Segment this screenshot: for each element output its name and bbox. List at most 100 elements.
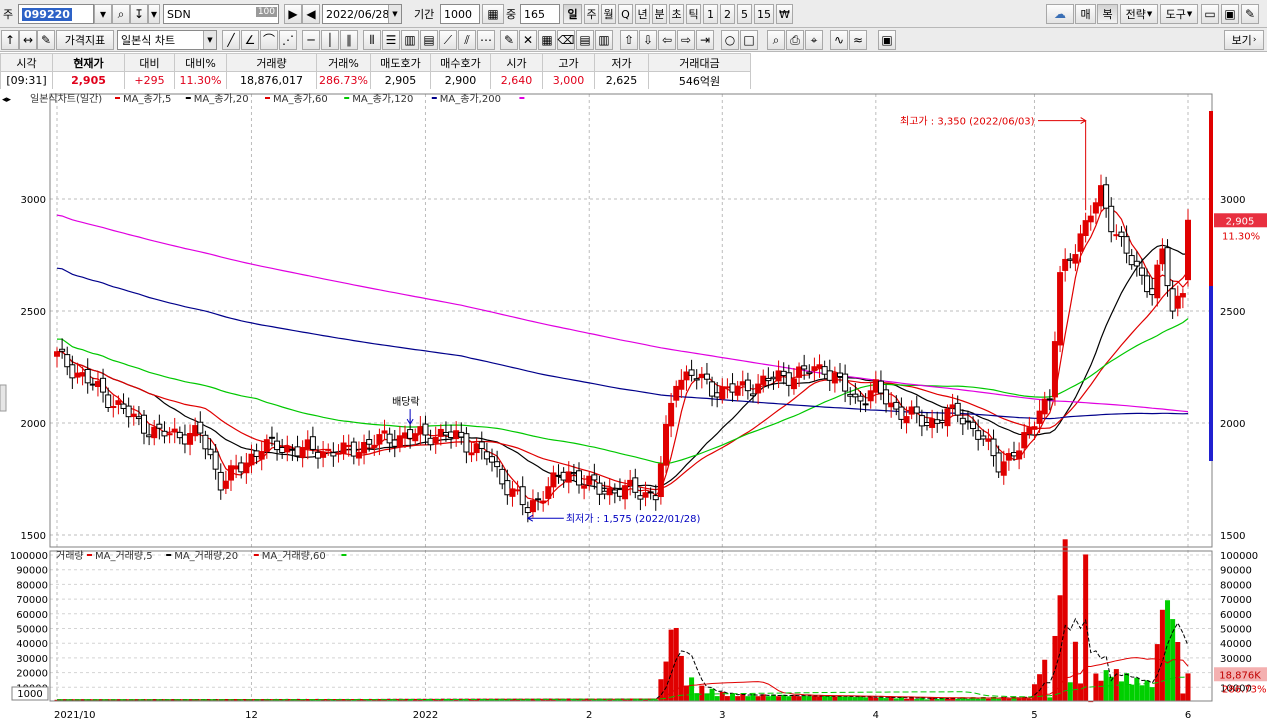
- volume-bar: [847, 696, 853, 701]
- interval-button-1[interactable]: 주: [584, 4, 599, 24]
- cycle-lines-button[interactable]: ⦀: [363, 30, 381, 50]
- arrow-left-button[interactable]: ⇦: [658, 30, 676, 50]
- zoom-button[interactable]: ⌕: [767, 30, 785, 50]
- vline-tool-button[interactable]: │: [321, 30, 339, 50]
- quote-value-5: 286.73%: [316, 71, 371, 90]
- circle-button[interactable]: ○: [721, 30, 739, 50]
- note-button[interactable]: ▤: [576, 30, 594, 50]
- candle-body: [238, 462, 245, 473]
- eraser-button[interactable]: ⌫: [557, 30, 575, 50]
- export-button[interactable]: ⇥: [696, 30, 714, 50]
- arrow-up-button[interactable]: ⇧: [620, 30, 638, 50]
- date-dropdown[interactable]: ▼: [388, 5, 401, 23]
- regression-tool-button[interactable]: ⋯: [477, 30, 495, 50]
- search-button[interactable]: ⌕: [112, 4, 130, 24]
- time-tick: 2: [586, 710, 592, 721]
- interval-label: 월: [603, 8, 614, 21]
- interval-button-4[interactable]: 년: [635, 4, 650, 24]
- period-apply-button[interactable]: ▦: [482, 4, 504, 24]
- pen-tool-button[interactable]: ✎: [500, 30, 518, 50]
- toolbar-button-2[interactable]: 복: [1097, 4, 1118, 24]
- interval-button-5[interactable]: 분: [652, 4, 667, 24]
- period-input[interactable]: 1000: [440, 4, 480, 24]
- rect-button[interactable]: □: [740, 30, 758, 50]
- indicator-button[interactable]: 가격지표: [56, 30, 114, 50]
- expand-button[interactable]: ↔: [19, 30, 37, 50]
- fibo-tool-button[interactable]: ☰: [382, 30, 400, 50]
- stock-chart[interactable]: 1500150020002000250025003000300010000100…: [0, 89, 1267, 722]
- channel-tool-icon: ⫽: [464, 33, 470, 47]
- chart-type-select[interactable]: 일본식 차트 ▼: [117, 30, 217, 50]
- clipboard-button[interactable]: ▥: [595, 30, 613, 50]
- chart-type-dropdown[interactable]: ▼: [203, 31, 216, 49]
- angle-tool-button[interactable]: ∠: [241, 30, 259, 50]
- candle-body: [852, 393, 859, 398]
- interval-label: 2: [724, 7, 731, 21]
- multi-vline-icon: ∥: [346, 33, 352, 47]
- price-tick-left: 1500: [21, 531, 46, 542]
- edit-button[interactable]: ✎: [37, 30, 55, 50]
- sort-button[interactable]: ↧: [130, 4, 148, 24]
- image-icon: ▣: [881, 33, 893, 47]
- toolbar-button-1[interactable]: 매: [1075, 4, 1096, 24]
- interval-button-10[interactable]: 5: [737, 4, 752, 24]
- settings-button[interactable]: ✎: [1241, 4, 1259, 24]
- interval-button-11[interactable]: 15: [754, 4, 774, 24]
- scroll-up-button[interactable]: ↑: [1, 30, 19, 50]
- legend-swatch: [166, 554, 172, 556]
- interval-button-3[interactable]: Q: [618, 4, 633, 24]
- cross-tool-button[interactable]: ✕: [519, 30, 537, 50]
- date-input[interactable]: 2022/06/28 ▼: [322, 4, 402, 24]
- tools-button[interactable]: 도구 ▼: [1160, 4, 1198, 24]
- trend-tool-button[interactable]: ⟋: [439, 30, 457, 50]
- fan-tool-button[interactable]: ⋰: [279, 30, 297, 50]
- interval-button-8[interactable]: 1: [703, 4, 718, 24]
- arrow-right-button[interactable]: ⇨: [677, 30, 695, 50]
- interval-button-6[interactable]: 초: [669, 4, 684, 24]
- interval-button-0[interactable]: 일: [563, 4, 582, 24]
- interval-label: 15: [757, 7, 771, 21]
- arrow-down-button[interactable]: ⇩: [639, 30, 657, 50]
- volume-tick-right: 90000: [1220, 566, 1252, 577]
- line-tool-button[interactable]: ╱: [222, 30, 240, 50]
- code-dropdown-button[interactable]: ▾: [94, 4, 112, 24]
- candle-body: [709, 381, 716, 397]
- next-button[interactable]: ▶: [284, 4, 302, 24]
- stock-code-input[interactable]: 099220: [18, 4, 94, 24]
- candle-body: [811, 366, 818, 371]
- candle-body: [831, 372, 838, 384]
- candle-body: [181, 434, 188, 445]
- stock-name-field[interactable]: SDN 100: [163, 4, 279, 24]
- prev-button[interactable]: ◀: [302, 4, 320, 24]
- candle-body: [545, 486, 552, 499]
- image-button[interactable]: ▣: [878, 30, 896, 50]
- palette-button[interactable]: ▦: [538, 30, 556, 50]
- strategy-button[interactable]: 전략 ▼: [1120, 4, 1158, 24]
- candle-body: [207, 448, 214, 456]
- arc-tool-button[interactable]: ⌒: [260, 30, 278, 50]
- interval-button-7[interactable]: 틱: [686, 4, 701, 24]
- interval-button-2[interactable]: 월: [601, 4, 616, 24]
- crosshair-button[interactable]: ⌖: [805, 30, 823, 50]
- bars-tool-button[interactable]: ▤: [420, 30, 438, 50]
- print-button[interactable]: ⎙: [786, 30, 804, 50]
- legend-swatch: [344, 97, 350, 99]
- volume-bar: [1175, 641, 1181, 701]
- wave-button[interactable]: ∿: [830, 30, 848, 50]
- candle-body: [105, 394, 112, 409]
- count-input[interactable]: 165: [520, 4, 560, 24]
- cloud-button[interactable]: ☁: [1046, 4, 1074, 24]
- view-button[interactable]: 보기 ›: [1224, 30, 1264, 50]
- volume-bar: [1139, 685, 1145, 701]
- save-button[interactable]: ▣: [1221, 4, 1239, 24]
- hline-tool-button[interactable]: ─: [302, 30, 320, 50]
- channel-tool-button[interactable]: ⫽: [458, 30, 476, 50]
- open-folder-button[interactable]: ▭: [1201, 4, 1219, 24]
- bar-tool-button[interactable]: ▥: [401, 30, 419, 50]
- waves-button[interactable]: ≈: [849, 30, 867, 50]
- multi-vline-button[interactable]: ∥: [340, 30, 358, 50]
- interval-button-9[interactable]: 2: [720, 4, 735, 24]
- sort-dropdown-button[interactable]: ▾: [148, 4, 160, 24]
- candle-body: [555, 474, 562, 477]
- interval-button-12[interactable]: ₩: [776, 4, 793, 24]
